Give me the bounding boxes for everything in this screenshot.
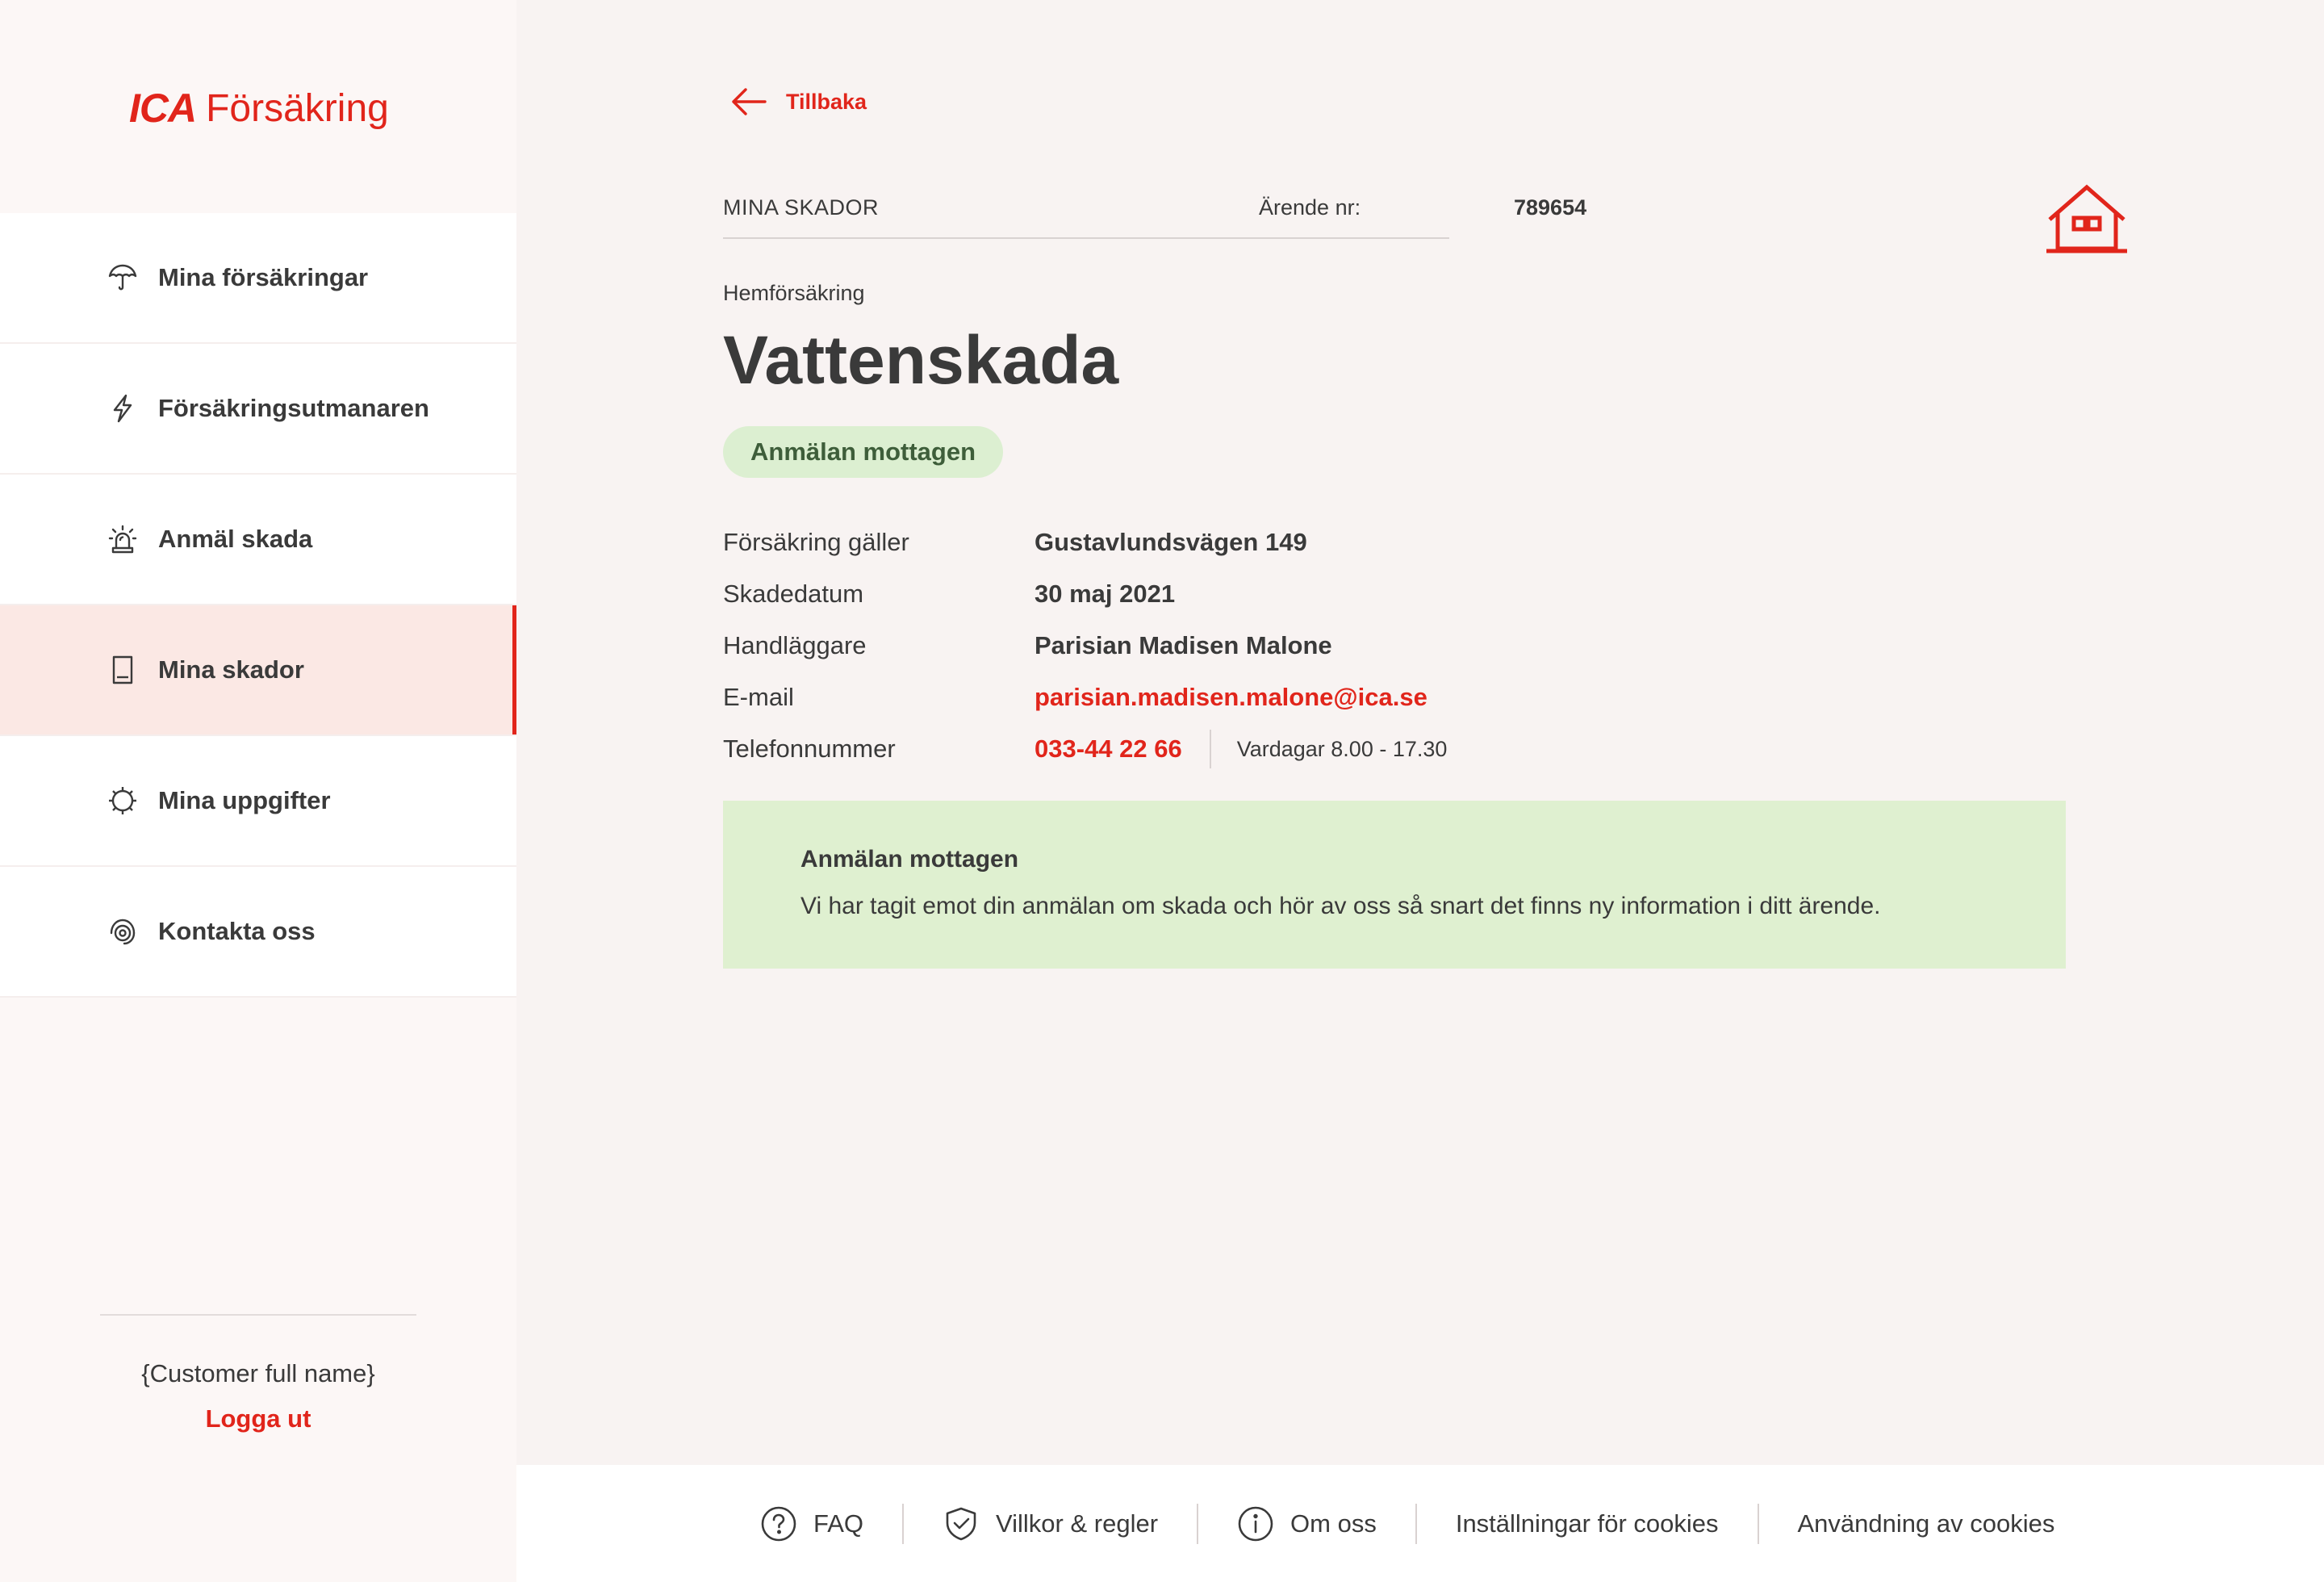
logo-mark: ICA <box>129 86 197 131</box>
sidebar-item-mina-skador[interactable]: Mina skador <box>0 605 516 736</box>
detail-row-damage-date: Skadedatum 30 maj 2021 <box>723 568 1447 620</box>
gear-icon <box>107 785 139 817</box>
detail-label: Skadedatum <box>723 580 864 608</box>
status-info-box: Anmälan mottagen Vi har tagit emot din a… <box>723 801 2066 969</box>
siren-icon <box>107 523 139 555</box>
footer-link-label: Användning av cookies <box>1797 1509 2055 1538</box>
detail-row-handler: Handläggare Parisian Madisen Malone <box>723 620 1447 672</box>
footer: FAQ Villkor & regler Om oss Inställninga… <box>516 1465 2324 1582</box>
info-box-text: Vi har tagit emot din anmälan om skada o… <box>800 893 1881 919</box>
phone-divider <box>1209 730 1211 768</box>
footer-divider <box>1197 1503 1199 1544</box>
document-icon <box>107 654 139 686</box>
arrow-left-icon <box>732 88 767 115</box>
sidebar: ICA Försäkring Mina försäkringar Försäkr… <box>0 0 516 1582</box>
phone-link[interactable]: 033-44 22 66 <box>1035 734 1182 764</box>
footer-divider <box>902 1503 905 1544</box>
umbrella-icon <box>107 262 139 294</box>
sidebar-item-label: Försäkringsutmanaren <box>158 394 429 422</box>
detail-label: Handläggare <box>723 631 867 659</box>
detail-label: Telefonnummer <box>723 734 896 763</box>
damage-date: 30 maj 2021 <box>1035 580 1176 608</box>
case-details: Försäkring gäller Gustavlundsvägen 149 S… <box>723 517 1447 775</box>
footer-link-label: FAQ <box>813 1509 864 1538</box>
detail-label: Försäkring gäller <box>723 528 909 556</box>
sidebar-item-label: Anmäl skada <box>158 525 313 553</box>
question-icon <box>761 1506 796 1541</box>
sidebar-nav: Mina försäkringar Försäkringsutmanaren A… <box>0 213 516 998</box>
sidebar-item-label: Kontakta oss <box>158 917 316 945</box>
sidebar-item-anmal-skada[interactable]: Anmäl skada <box>0 475 516 605</box>
app-root: ICA Försäkring Mina försäkringar Försäkr… <box>0 0 2324 1582</box>
sidebar-item-mina-forsakringar[interactable]: Mina försäkringar <box>0 213 516 344</box>
case-number: 789654 <box>1514 195 1587 220</box>
footer-link-label: Villkor & regler <box>996 1509 1159 1538</box>
footer-link-label: Inställningar för cookies <box>1455 1509 1719 1538</box>
case-number-label: Ärende nr: <box>1259 195 1361 220</box>
insurance-category: Hemförsäkring <box>723 281 865 305</box>
detail-row-policy: Försäkring gäller Gustavlundsvägen 149 <box>723 517 1447 568</box>
detail-row-phone: Telefonnummer 033-44 22 66 Vardagar 8.00… <box>723 723 1447 775</box>
sidebar-item-mina-uppgifter[interactable]: Mina uppgifter <box>0 736 516 867</box>
house-icon <box>2046 184 2127 253</box>
info-box-title: Anmälan mottagen <box>800 846 1019 873</box>
breadcrumb: MINA SKADOR <box>723 195 880 220</box>
status-badge: Anmälan mottagen <box>723 426 1004 478</box>
footer-link-cookie-settings[interactable]: Inställningar för cookies <box>1456 1509 1719 1538</box>
footer-link-about[interactable]: Om oss <box>1237 1505 1377 1542</box>
sidebar-item-forsakringsutmanaren[interactable]: Försäkringsutmanaren <box>0 344 516 475</box>
headset-icon <box>107 915 139 948</box>
main-content: Tillbaka MINA SKADOR Ärende nr: 789654 H… <box>516 0 2324 1465</box>
footer-divider <box>1415 1503 1417 1544</box>
ica-forsakring-logo[interactable]: ICA Försäkring <box>129 82 389 134</box>
footer-link-label: Om oss <box>1290 1509 1377 1538</box>
lightning-icon <box>107 392 139 425</box>
sidebar-divider <box>100 1314 416 1316</box>
footer-links: FAQ Villkor & regler Om oss Inställninga… <box>760 1465 2054 1582</box>
sidebar-item-kontakta-oss[interactable]: Kontakta oss <box>0 867 516 998</box>
sidebar-item-label: Mina skador <box>158 655 304 684</box>
footer-link-cookie-usage[interactable]: Användning av cookies <box>1798 1509 2055 1538</box>
sidebar-item-label: Mina försäkringar <box>158 263 369 291</box>
handler-name: Parisian Madisen Malone <box>1035 631 1332 659</box>
email-link[interactable]: parisian.madisen.malone@ica.se <box>1035 683 1427 712</box>
footer-divider <box>1757 1503 1759 1544</box>
back-link[interactable]: Tillbaka <box>729 86 867 118</box>
case-header: MINA SKADOR Ärende nr: <box>723 190 1449 239</box>
back-label: Tillbaka <box>786 89 867 114</box>
sidebar-item-label: Mina uppgifter <box>158 786 331 814</box>
detail-row-email: E-mail parisian.madisen.malone@ica.se <box>723 672 1447 723</box>
footer-link-faq[interactable]: FAQ <box>760 1505 863 1542</box>
logout-link[interactable]: Logga ut <box>0 1404 516 1433</box>
shield-check-icon <box>946 1507 976 1540</box>
policy-address: Gustavlundsvägen 149 <box>1035 528 1307 556</box>
customer-name: {Customer full name} <box>141 1359 375 1387</box>
phone-hours: Vardagar 8.00 - 17.30 <box>1236 736 1448 761</box>
detail-label: E-mail <box>723 683 794 711</box>
logo-text: Försäkring <box>206 86 389 130</box>
info-icon <box>1238 1506 1273 1541</box>
page-title: Vattenskada <box>723 322 1119 398</box>
footer-link-terms[interactable]: Villkor & regler <box>943 1505 1158 1542</box>
